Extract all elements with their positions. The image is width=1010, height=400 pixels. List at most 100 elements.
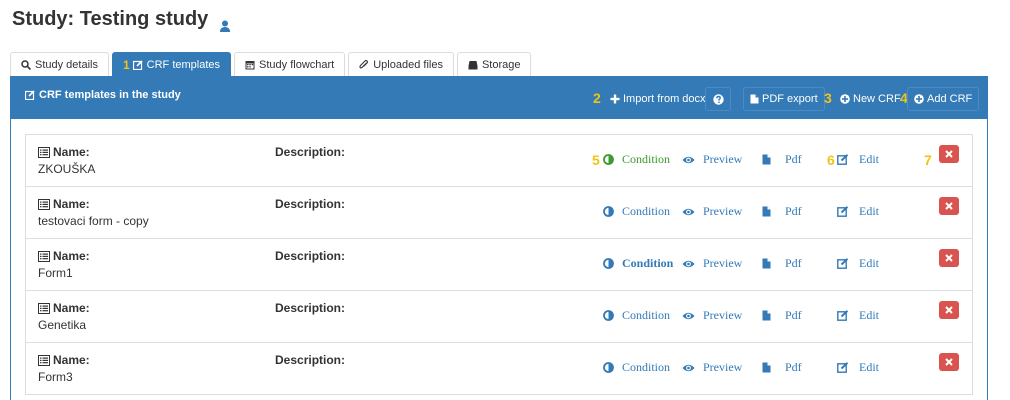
list-alt-icon bbox=[38, 354, 50, 366]
tab-storage[interactable]: Storage bbox=[456, 52, 532, 76]
tab-study-details[interactable]: Study details bbox=[10, 52, 109, 76]
plus-circle-icon bbox=[914, 94, 924, 104]
edit-link[interactable]: Edit bbox=[837, 308, 879, 323]
name-label: Name: bbox=[38, 353, 90, 367]
template-name: ZKOUŠKA bbox=[38, 162, 96, 176]
list-item: Name: ZKOUŠKA Description: 5 Condition P… bbox=[26, 135, 972, 187]
condition-link[interactable]: Condition bbox=[603, 256, 673, 271]
eye-icon bbox=[682, 156, 695, 163]
crf-template-list: Name: ZKOUŠKA Description: 5 Condition P… bbox=[25, 134, 973, 395]
condition-link[interactable]: Condition bbox=[603, 360, 670, 375]
list-item: Name: Form1 Description: Condition Previ… bbox=[26, 239, 972, 291]
pdf-export-button[interactable]: PDF export bbox=[743, 87, 825, 111]
template-name: Genetika bbox=[38, 318, 87, 332]
add-crf-label: Add CRF bbox=[927, 93, 973, 105]
preview-link[interactable]: Preview bbox=[682, 152, 742, 167]
edit-icon bbox=[837, 206, 849, 217]
tab-storage-label: Storage bbox=[481, 58, 521, 71]
pdf-link[interactable]: Pdf bbox=[762, 360, 802, 375]
pdf-link[interactable]: Pdf bbox=[762, 256, 802, 271]
list-alt-icon bbox=[38, 146, 50, 158]
pdf-link[interactable]: Pdf bbox=[762, 204, 802, 219]
delete-button[interactable] bbox=[939, 197, 959, 215]
edit-link[interactable]: Edit bbox=[837, 256, 879, 271]
condition-link[interactable]: Condition bbox=[603, 152, 670, 167]
name-label: Name: bbox=[38, 145, 90, 159]
tab-crf-templates[interactable]: 1 CRF templates bbox=[111, 52, 232, 76]
edit-link[interactable]: Edit bbox=[837, 204, 879, 219]
eye-icon bbox=[682, 312, 695, 319]
adjust-icon bbox=[603, 362, 614, 373]
search-icon bbox=[21, 59, 31, 70]
delete-button[interactable] bbox=[939, 353, 959, 371]
file-icon bbox=[762, 362, 771, 373]
adjust-icon bbox=[603, 206, 614, 217]
list-item: Name: Genetika Description: Condition Pr… bbox=[26, 291, 972, 343]
adjust-icon bbox=[603, 154, 614, 165]
new-crf-button[interactable]: New CRF bbox=[833, 87, 908, 111]
close-icon bbox=[945, 202, 953, 210]
pdf-link[interactable]: Pdf bbox=[762, 308, 802, 323]
crf-templates-panel: CRF templates in the study 2 Import from… bbox=[10, 76, 988, 400]
name-label: Name: bbox=[38, 301, 90, 315]
preview-link[interactable]: Preview bbox=[682, 256, 742, 271]
plus-icon bbox=[610, 94, 620, 104]
delete-button[interactable] bbox=[939, 145, 959, 163]
edit-icon bbox=[837, 310, 849, 321]
edit-marker: 6 bbox=[827, 152, 835, 168]
tab-uploaded-files[interactable]: Uploaded files bbox=[348, 52, 454, 76]
description-label: Description: bbox=[275, 353, 346, 367]
list-alt-icon bbox=[38, 198, 50, 210]
question-icon bbox=[712, 93, 724, 105]
help-button[interactable] bbox=[705, 87, 731, 111]
preview-link[interactable]: Preview bbox=[682, 360, 742, 375]
edit-icon bbox=[837, 362, 849, 373]
edit-link[interactable]: Edit bbox=[837, 152, 879, 167]
close-icon bbox=[945, 254, 953, 262]
plus-circle-icon bbox=[840, 94, 850, 104]
edit-icon bbox=[132, 59, 143, 70]
preview-link[interactable]: Preview bbox=[682, 308, 742, 323]
condition-marker: 5 bbox=[592, 152, 600, 168]
eye-icon bbox=[682, 260, 695, 267]
edit-link[interactable]: Edit bbox=[837, 360, 879, 375]
condition-link[interactable]: Condition bbox=[603, 308, 670, 323]
template-name: Form3 bbox=[38, 370, 73, 384]
import-from-docx-button[interactable]: Import from docx bbox=[603, 87, 713, 111]
panel-title: CRF templates in the study bbox=[25, 89, 181, 101]
list-item: Name: testovaci form - copy Description:… bbox=[26, 187, 972, 239]
name-label: Name: bbox=[38, 249, 90, 263]
add-crf-button[interactable]: Add CRF bbox=[907, 87, 980, 111]
name-label: Name: bbox=[38, 197, 90, 211]
preview-link[interactable]: Preview bbox=[682, 204, 742, 219]
template-name: testovaci form - copy bbox=[38, 214, 149, 228]
panel-title-text: CRF templates in the study bbox=[39, 89, 181, 101]
file-icon bbox=[762, 154, 771, 165]
pdf-link[interactable]: Pdf bbox=[762, 152, 802, 167]
calendar-icon bbox=[245, 60, 255, 69]
file-icon bbox=[762, 206, 771, 217]
description-label: Description: bbox=[275, 145, 346, 159]
import-marker: 2 bbox=[593, 90, 601, 106]
tab-study-flowchart[interactable]: Study flowchart bbox=[234, 52, 346, 76]
import-from-docx-label: Import from docx bbox=[623, 93, 706, 105]
file-icon bbox=[762, 258, 771, 269]
adjust-icon bbox=[603, 258, 614, 269]
adjust-icon bbox=[603, 310, 614, 321]
panel-heading: CRF templates in the study 2 Import from… bbox=[11, 77, 987, 119]
tab-crf-templates-label: CRF templates bbox=[146, 58, 221, 71]
delete-button[interactable] bbox=[939, 301, 959, 319]
user-icon bbox=[220, 15, 231, 32]
list-alt-icon bbox=[38, 302, 50, 314]
eye-icon bbox=[682, 364, 695, 371]
new-crf-label: New CRF bbox=[853, 93, 901, 105]
delete-marker: 7 bbox=[924, 152, 932, 168]
condition-link[interactable]: Condition bbox=[603, 204, 670, 219]
edit-icon bbox=[837, 154, 849, 165]
tab-bar: Study details 1 CRF templates Study flow… bbox=[10, 52, 534, 76]
delete-button[interactable] bbox=[939, 249, 959, 267]
tab-study-flowchart-label: Study flowchart bbox=[259, 58, 335, 71]
description-label: Description: bbox=[275, 197, 346, 211]
page-title-text: Study: Testing study bbox=[12, 8, 209, 30]
template-name: Form1 bbox=[38, 266, 73, 280]
